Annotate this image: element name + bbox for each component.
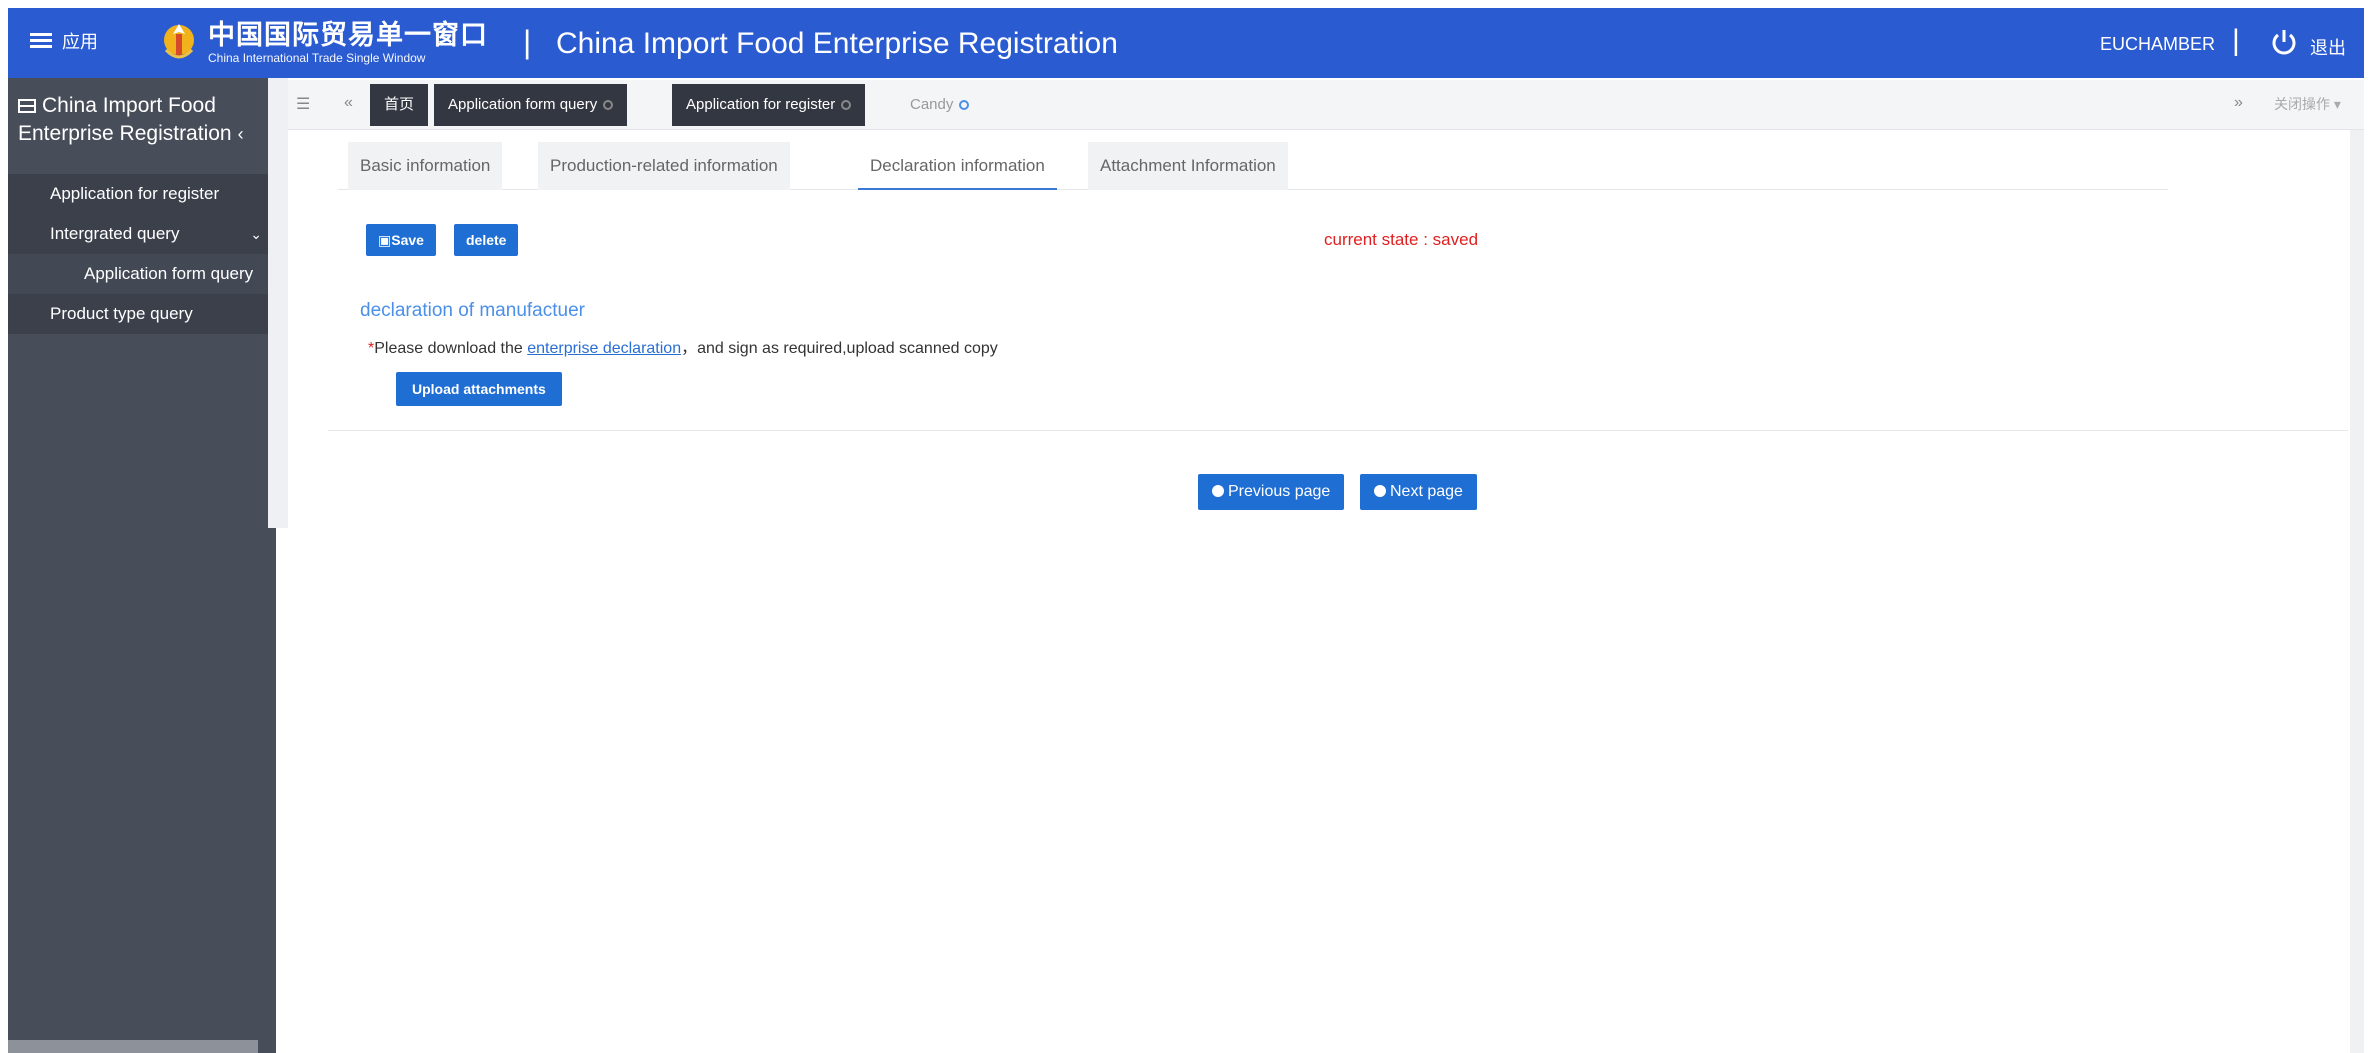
upload-attachments-button[interactable]: Upload attachments	[396, 372, 562, 406]
sidebar-item-label: Application form query	[84, 264, 254, 283]
content-scrollbar[interactable]	[2350, 130, 2364, 1053]
sidebar: China Import Food Enterprise Registratio…	[8, 78, 276, 1053]
sidebar-scrollbar[interactable]	[268, 78, 288, 528]
sidebar-item-product-type-query[interactable]: Product type query	[8, 294, 276, 334]
brand-en: China International Trade Single Window	[208, 51, 426, 65]
form-tabs: Basic information Production-related inf…	[338, 142, 2168, 190]
sidebar-nav: Application for register Intergrated que…	[8, 174, 276, 334]
tab-close-icon[interactable]	[959, 100, 970, 110]
app-title: China Import Food Enterprise Registratio…	[556, 27, 1118, 60]
circle-arrow-left-icon	[1212, 485, 1224, 497]
menu-icon	[30, 33, 52, 49]
app-menu-label: 应用	[62, 32, 98, 52]
tab-basic-information[interactable]: Basic information	[348, 142, 503, 190]
tab-scroll-right-icon[interactable]: »	[2234, 94, 2243, 112]
chevron-down-icon: ⌄	[250, 226, 262, 242]
user-divider: |	[2232, 24, 2240, 57]
tab-close-icon[interactable]	[841, 100, 852, 110]
tab-close-icon[interactable]	[603, 100, 614, 110]
sidebar-item-integrated-query[interactable]: Intergrated query ⌄	[8, 214, 276, 254]
logout-link[interactable]: 退出	[2310, 34, 2346, 60]
enterprise-declaration-link[interactable]: enterprise declaration	[527, 340, 681, 357]
title-divider: |	[523, 24, 532, 60]
declaration-instructions: *Please download the enterprise declarat…	[368, 340, 998, 357]
save-icon: ▣	[378, 232, 392, 248]
sidebar-title: China Import Food Enterprise Registratio…	[18, 94, 232, 145]
sidebar-item-label: Product type query	[50, 304, 193, 323]
tab-attachment-information[interactable]: Attachment Information	[1088, 142, 1288, 190]
sidebar-item-label: Application for register	[50, 184, 220, 203]
sidebar-item-application-for-register[interactable]: Application for register	[8, 174, 276, 214]
app-menu-button[interactable]: 应用	[30, 28, 98, 54]
tab-candy[interactable]: Candy	[896, 84, 984, 126]
module-icon	[18, 99, 36, 113]
previous-page-button[interactable]: Previous page	[1198, 474, 1345, 510]
next-page-button[interactable]: Next page	[1360, 474, 1477, 510]
sidebar-header[interactable]: China Import Food Enterprise Registratio…	[8, 78, 276, 174]
status-badge: current state : saved	[1324, 230, 1479, 249]
chevron-left-icon[interactable]: ‹	[238, 120, 244, 148]
sidebar-footer-bar	[8, 1040, 258, 1053]
sidebar-item-label: Intergrated query	[50, 224, 180, 243]
page-tab-bar: ☰ « 首页 Application form query Applicatio…	[288, 80, 2364, 130]
brand: 中国国际贸易单一窗口 China International Trade Sin…	[208, 20, 488, 66]
section-title: declaration of manufactuer	[360, 300, 585, 321]
save-button[interactable]: ▣Save	[366, 224, 436, 256]
brand-cn: 中国国际贸易单一窗口	[208, 20, 488, 50]
close-operations-dropdown[interactable]: 关闭操作 ▾	[2274, 94, 2341, 114]
tab-scroll-left-icon[interactable]: «	[344, 94, 353, 112]
tab-declaration-information[interactable]: Declaration information	[858, 142, 1057, 190]
user-name[interactable]: EUCHAMBER	[2100, 34, 2215, 55]
tab-application-form-query[interactable]: Application form query	[434, 84, 628, 126]
single-window-logo-icon	[164, 24, 194, 59]
power-icon[interactable]	[2270, 28, 2298, 56]
divider	[328, 430, 2348, 431]
main-content: Basic information Production-related inf…	[290, 130, 2350, 1053]
collapse-menu-icon[interactable]: ☰	[296, 94, 310, 114]
tab-home[interactable]: 首页	[370, 84, 429, 126]
tab-production-related-information[interactable]: Production-related information	[538, 142, 790, 190]
top-header: 应用 中国国际贸易单一窗口 China International Trade …	[8, 8, 2364, 78]
tab-application-for-register[interactable]: Application for register	[672, 84, 866, 126]
delete-button[interactable]: delete	[454, 224, 519, 256]
circle-arrow-right-icon	[1374, 485, 1386, 497]
sidebar-item-application-form-query[interactable]: Application form query	[8, 254, 276, 294]
